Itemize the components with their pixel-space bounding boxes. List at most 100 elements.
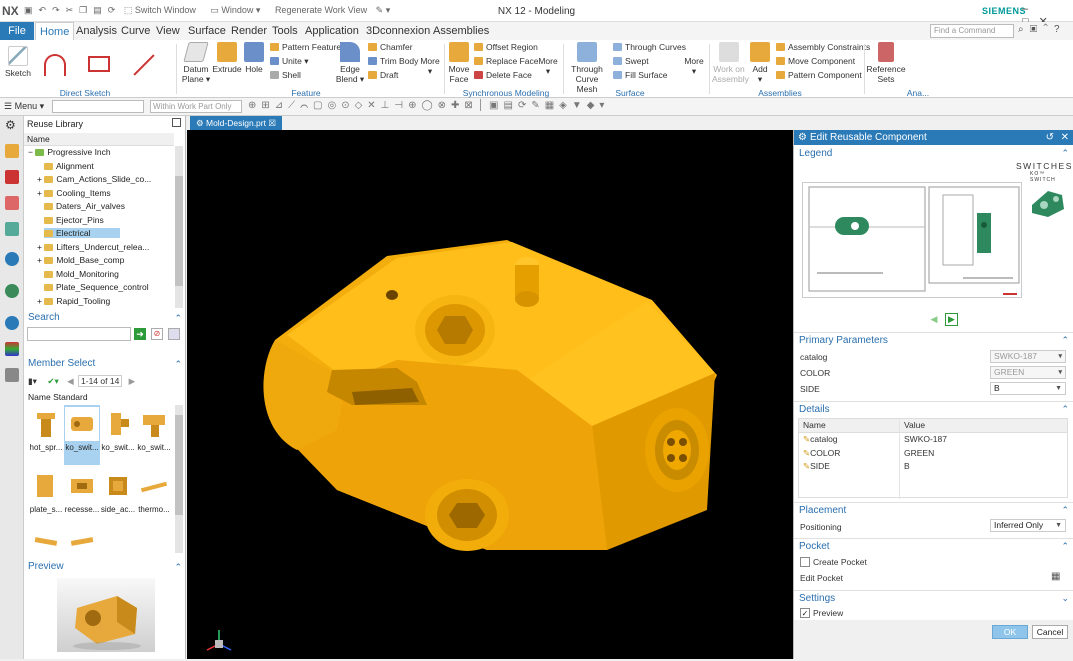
tab-surface[interactable]: Surface: [184, 22, 230, 40]
tree-item[interactable]: + Lifters_Undercut_relea...: [24, 241, 174, 255]
palette-icon[interactable]: [5, 342, 19, 356]
next-legend-icon[interactable]: ▶: [945, 313, 958, 326]
tab-3dconnexion[interactable]: 3Dconnexion: [362, 22, 434, 40]
member-thumbnail[interactable]: [101, 469, 135, 503]
tree-item[interactable]: Daters_Air_valves: [24, 200, 174, 214]
library-search-input[interactable]: [27, 327, 131, 341]
cancel-button[interactable]: Cancel: [1032, 625, 1068, 639]
search-section-header[interactable]: Search ⌃: [24, 310, 186, 326]
command-search-input[interactable]: Find a Command: [930, 24, 1014, 38]
next-page-icon[interactable]: ▶: [129, 376, 136, 386]
tree-item[interactable]: + Cooling_Items: [24, 187, 174, 201]
primary-parameters-header[interactable]: Primary Parameters ⌃: [794, 332, 1073, 347]
graphics-viewport[interactable]: [187, 130, 793, 659]
replace-face-button[interactable]: Replace Face: [474, 56, 538, 67]
more-feature-button[interactable]: More ▾: [418, 56, 442, 76]
close-icon[interactable]: ✕: [1061, 130, 1069, 145]
member-thumbnail[interactable]: [29, 469, 63, 503]
tab-application[interactable]: Application: [301, 22, 363, 40]
snap-point-icons[interactable]: ⊕⊞⊿⟋⌒▢◎⊙◇✕⊥⊣⊕◯⊗✚⊠│▣▤⟳✎▦◈▼◆▾: [248, 100, 609, 111]
create-pocket-checkbox[interactable]: [800, 557, 810, 567]
datum-plane-button[interactable]: Datum Plane ▾: [181, 42, 211, 84]
settings-section-header[interactable]: Settings ⌄: [794, 590, 1073, 605]
move-face-button[interactable]: Move Face: [447, 42, 471, 84]
tab-render[interactable]: Render: [227, 22, 271, 40]
table-row[interactable]: ✎SIDE: [803, 460, 830, 474]
trim-body-button[interactable]: Trim Body: [368, 56, 418, 67]
menu-button[interactable]: ☰ Menu ▾: [4, 101, 44, 112]
collapse-icon[interactable]: ⌃: [1043, 24, 1054, 35]
pattern-feature-button[interactable]: Pattern Feature: [270, 42, 341, 53]
tree-item[interactable]: + Cam_Actions_Slide_co...: [24, 173, 174, 187]
add-component-button[interactable]: Add ▾: [748, 42, 772, 84]
extrude-button[interactable]: Extrude: [212, 42, 242, 74]
member-thumbnail[interactable]: [65, 469, 99, 503]
tree-item-selected[interactable]: Electrical: [24, 227, 174, 241]
tab-assemblies[interactable]: Assemblies: [429, 22, 493, 40]
minimize-icon[interactable]: –: [1022, 3, 1038, 15]
member-select-header[interactable]: Member Select ⌃: [24, 356, 186, 372]
search-go-icon[interactable]: ➜: [134, 328, 146, 340]
pattern-component-button[interactable]: Pattern Component: [776, 70, 862, 81]
line-icon[interactable]: [133, 54, 155, 76]
filter-icon[interactable]: ✔▾: [47, 376, 58, 386]
more-surface-button[interactable]: More ▾: [682, 56, 706, 76]
tree-item[interactable]: Ejector_Pins: [24, 214, 174, 228]
pocket-section-header[interactable]: Pocket ⌃: [794, 538, 1073, 553]
offset-region-button[interactable]: Offset Region: [474, 42, 538, 53]
hole-button[interactable]: Hole: [242, 42, 266, 74]
clear-search-icon[interactable]: ⊘: [151, 328, 163, 340]
tree-item[interactable]: Plate_Sequence_control: [24, 281, 174, 295]
placement-section-header[interactable]: Placement ⌃: [794, 502, 1073, 517]
through-curve-mesh-button[interactable]: Through Curve Mesh: [565, 42, 609, 94]
rectangle-icon[interactable]: [88, 56, 110, 72]
tree-item[interactable]: + Rapid_Tooling: [24, 295, 174, 309]
tab-view[interactable]: View: [152, 22, 184, 40]
more-sync-button[interactable]: More ▾: [536, 56, 560, 76]
assembly-navigator-icon[interactable]: [5, 170, 19, 184]
positioning-select[interactable]: Inferred Only ▼: [990, 519, 1066, 532]
help-icon[interactable]: ?: [1054, 24, 1066, 35]
assembly-constraints-button[interactable]: Assembly Constraints: [776, 42, 870, 53]
tab-file[interactable]: File: [0, 22, 34, 40]
arc-icon[interactable]: [44, 54, 66, 76]
member-thumbnail[interactable]: [137, 469, 171, 503]
selection-scope-select[interactable]: Within Work Part Only: [150, 100, 242, 113]
delete-face-button[interactable]: Delete Face: [474, 70, 532, 81]
table-row[interactable]: ✎catalog: [803, 433, 838, 447]
previous-legend-icon[interactable]: ◀: [928, 314, 940, 326]
reuse-library-icon[interactable]: [5, 222, 19, 236]
legend-section-header[interactable]: Legend ⌃: [794, 146, 1073, 161]
tab-curve[interactable]: Curve: [117, 22, 154, 40]
member-scrollbar[interactable]: [175, 405, 183, 553]
tree-item[interactable]: Mold_Monitoring: [24, 268, 174, 282]
ok-button[interactable]: OK: [992, 625, 1028, 639]
move-component-button[interactable]: Move Component: [776, 56, 855, 67]
view-mode-icon[interactable]: ▮▾: [28, 376, 37, 386]
document-tab[interactable]: ⚙ Mold-Design.prt ☒: [190, 116, 282, 130]
tree-item[interactable]: + Mold_Base_comp: [24, 254, 174, 268]
side-select[interactable]: B ▼: [990, 382, 1066, 395]
table-grid-icon[interactable]: ▦: [1051, 571, 1060, 582]
unite-button[interactable]: Unite ▾: [270, 56, 308, 67]
preview-section-header[interactable]: Preview ⌃: [24, 559, 186, 575]
part-navigator-icon[interactable]: [5, 144, 19, 158]
swept-button[interactable]: Swept: [613, 56, 649, 67]
close-tab-icon[interactable]: ☒: [268, 118, 276, 128]
shell-button[interactable]: Shell: [270, 70, 301, 81]
panel-maximize-icon[interactable]: [172, 118, 181, 127]
member-thumbnail[interactable]: [101, 407, 135, 441]
search-icon[interactable]: ⌕: [1018, 24, 1030, 35]
through-curves-button[interactable]: Through Curves: [613, 42, 686, 53]
sketch-button[interactable]: Sketch: [4, 46, 32, 78]
info-icon[interactable]: [5, 252, 19, 266]
window-icon[interactable]: ▣: [1030, 24, 1044, 35]
tree-scrollbar[interactable]: [175, 146, 183, 308]
member-thumbnail[interactable]: [65, 531, 99, 551]
tab-tools[interactable]: Tools: [268, 22, 302, 40]
member-thumbnail[interactable]: [29, 531, 63, 551]
roles-icon[interactable]: [5, 368, 19, 382]
constraint-navigator-icon[interactable]: [5, 196, 19, 210]
table-row[interactable]: ✎COLOR: [803, 447, 840, 461]
member-thumbnail[interactable]: [65, 407, 99, 441]
